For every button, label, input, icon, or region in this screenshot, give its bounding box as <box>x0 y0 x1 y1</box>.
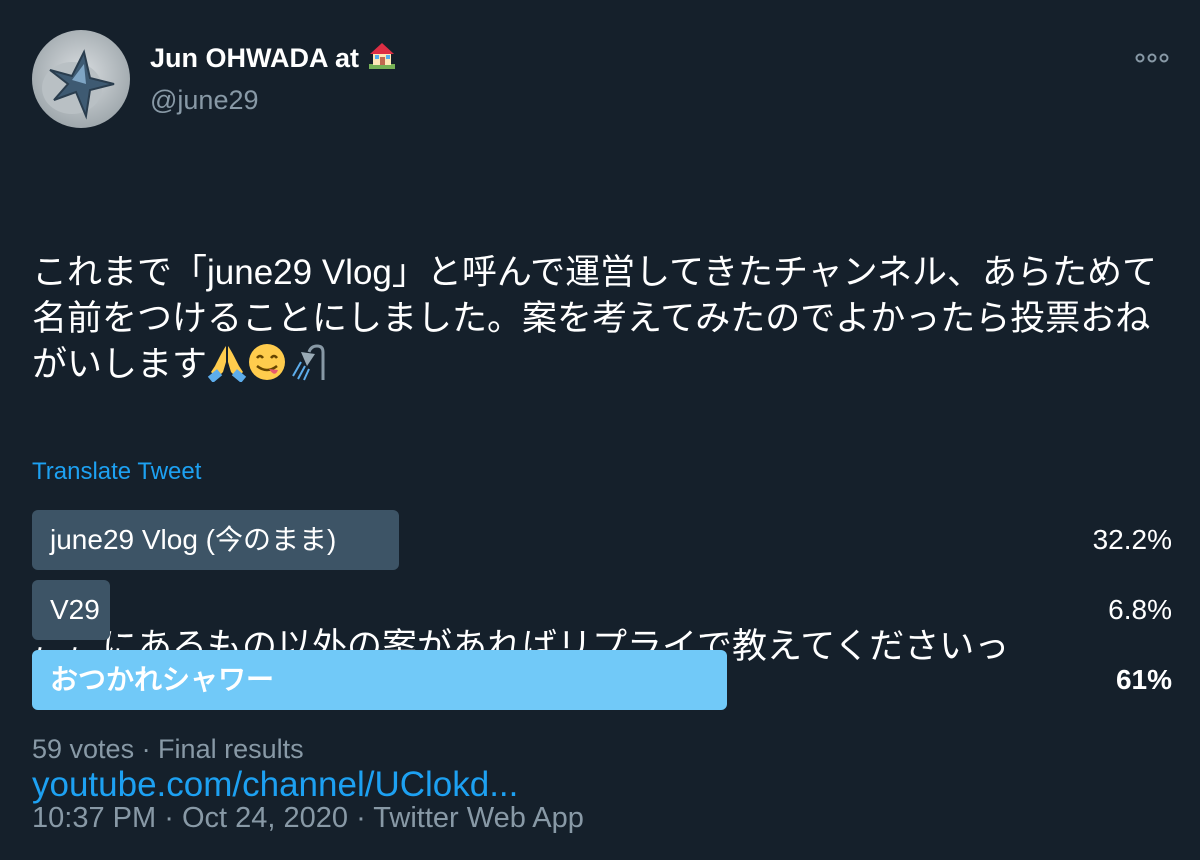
poll-option-percent: 61% <box>1115 664 1172 695</box>
avatar-image <box>32 30 130 128</box>
poll-option-2: V29 6.8% <box>32 580 1172 640</box>
tweet-source[interactable]: Twitter Web App <box>373 802 584 834</box>
author-block[interactable]: Jun OHWADA at @june29 <box>150 40 397 116</box>
face-savoring-food-icon <box>247 342 287 394</box>
house-with-garden-icon <box>367 40 397 77</box>
tweet-link[interactable]: youtube.com/channel/UClokd... <box>32 765 518 804</box>
tweet-timestamp: 10:37 PM · Oct 24, 2020 · Twitter Web Ap… <box>32 802 584 835</box>
more-options-icon[interactable] <box>1134 48 1170 68</box>
tweet-time[interactable]: 10:37 PM <box>32 802 156 834</box>
tweet-paragraph-1: これまで「june29 Vlog」と呼んで運営してきたチャンネル、あらためて名前… <box>32 250 1172 394</box>
translate-tweet-link[interactable]: Translate Tweet <box>32 458 201 486</box>
handle: @june29 <box>150 85 259 115</box>
poll-option-percent: 6.8% <box>1108 594 1172 625</box>
avatar[interactable] <box>32 30 130 128</box>
display-name-text: Jun OHWADA at <box>150 43 359 73</box>
tweet-date[interactable]: Oct 24, 2020 <box>182 802 348 834</box>
poll-option-label: おつかれシャワー <box>50 664 275 695</box>
poll-option-label: june29 Vlog (今のまま) <box>50 524 337 555</box>
poll-option-label: V29 <box>50 594 100 625</box>
folded-hands-icon <box>207 342 247 394</box>
separator: · <box>164 802 174 834</box>
poll-option-percent: 32.2% <box>1092 524 1172 555</box>
poll: june29 Vlog (今のまま) 32.2% V29 6.8% おつかれシャ… <box>32 510 1172 720</box>
tweet-paragraph-1-text: これまで「june29 Vlog」と呼んで運営してきたチャンネル、あらためて名前… <box>32 253 1157 384</box>
separator: · <box>356 802 366 834</box>
shower-icon <box>287 342 327 394</box>
poll-summary: 59 votes · Final results <box>32 734 304 764</box>
display-name: Jun OHWADA at <box>150 40 397 77</box>
poll-option-1: june29 Vlog (今のまま) 32.2% <box>32 510 1172 570</box>
poll-option-3: おつかれシャワー 61% <box>32 650 1172 710</box>
